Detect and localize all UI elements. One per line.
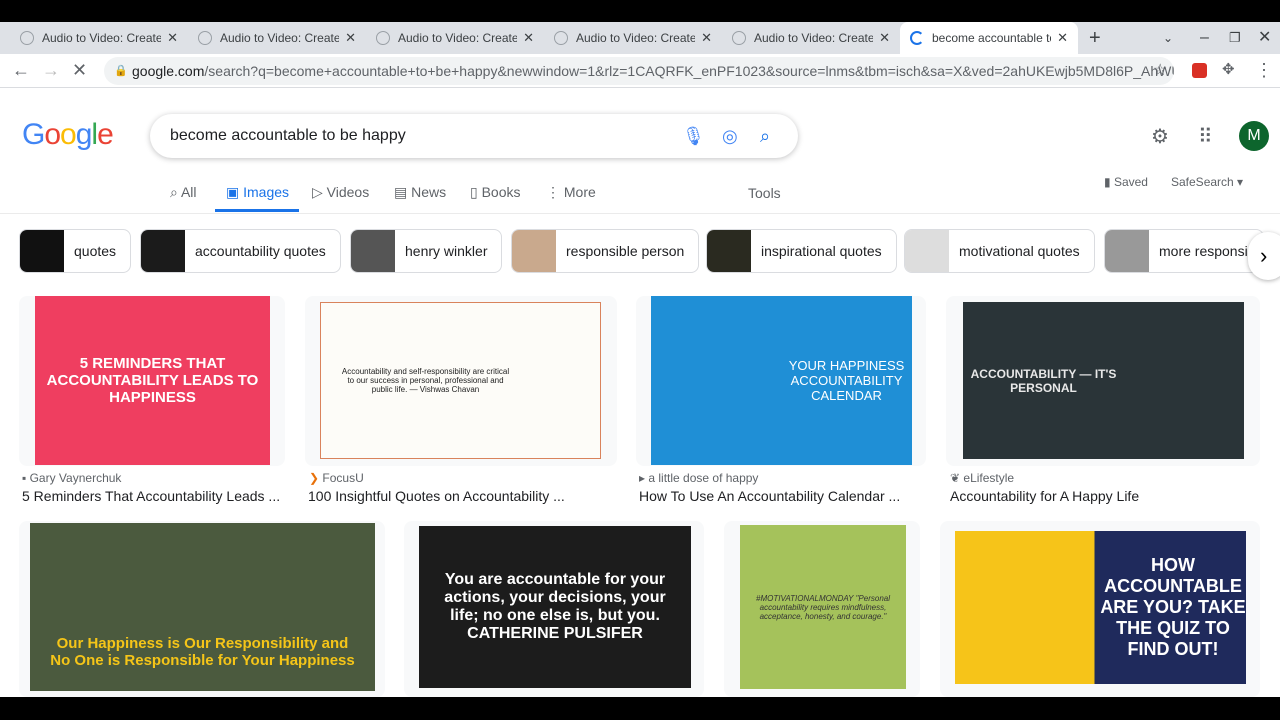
chip-more-responsible[interactable]: more responsi xyxy=(1104,229,1264,273)
address-toolbar: ← → ✕ 🔒 google.com/search?q=become+accoun… xyxy=(0,54,1280,88)
chip-thumbnail xyxy=(141,230,185,272)
result-image[interactable]: HOW ACCOUNTABLE ARE YOU? TAKE THE QUIZ T… xyxy=(955,531,1246,684)
browser-tab-active[interactable]: become accountable to ✕ xyxy=(900,22,1078,54)
stop-loading-icon[interactable]: ✕ xyxy=(72,60,87,81)
result-source[interactable]: ▸ a little dose of happy xyxy=(639,471,758,485)
close-tab-icon[interactable]: ✕ xyxy=(345,30,356,46)
tab-images[interactable]: ▣ Images xyxy=(226,184,289,201)
result-source[interactable]: ▪ Gary Vaynerchuk xyxy=(22,471,121,485)
result-image[interactable]: #MOTIVATIONALMONDAY "Personal accountabi… xyxy=(740,525,906,689)
tab-strip: Audio to Video: Create ✕ Audio to Video: … xyxy=(0,22,1280,54)
active-tab-indicator xyxy=(215,209,299,212)
result-image[interactable]: YOUR HAPPINESS ACCOUNTABILITY CALENDAR xyxy=(651,296,912,465)
extensions-puzzle-icon[interactable]: ✥ xyxy=(1222,60,1235,78)
chips-next-arrow-icon[interactable]: › xyxy=(1248,232,1280,280)
tab-favicon-icon xyxy=(20,31,34,45)
chip-inspirational-quotes[interactable]: inspirational quotes xyxy=(706,229,897,273)
search-input[interactable]: become accountable to be happy 🎙 ◎ ⌕ xyxy=(150,114,798,158)
tab-favicon-icon xyxy=(554,31,568,45)
safesearch-dropdown[interactable]: SafeSearch ▾ xyxy=(1171,175,1243,189)
result-source[interactable]: ❦ eLifestyle xyxy=(950,471,1014,485)
settings-gear-icon[interactable]: ⚙ xyxy=(1151,124,1169,149)
result-title[interactable]: How To Use An Accountability Calendar ..… xyxy=(639,488,900,504)
browser-tab[interactable]: Audio to Video: Create ✕ xyxy=(10,22,188,54)
tab-search-icon[interactable]: ⌄ xyxy=(1163,22,1173,54)
back-icon[interactable]: ← xyxy=(12,60,30,81)
browser-tab[interactable]: Audio to Video: Create ✕ xyxy=(722,22,900,54)
tab-more[interactable]: ⋮ More xyxy=(546,184,596,201)
result-title[interactable]: 100 Insightful Quotes on Accountability … xyxy=(308,488,565,504)
microphone-icon[interactable]: 🎙 xyxy=(682,114,705,158)
chip-thumbnail xyxy=(707,230,751,272)
result-image[interactable]: ACCOUNTABILITY — IT'S PERSONAL xyxy=(963,302,1244,459)
chip-motivational-quotes[interactable]: motivational quotes xyxy=(904,229,1095,273)
lens-icon[interactable]: ◎ xyxy=(722,114,738,158)
browser-tab[interactable]: Audio to Video: Create ✕ xyxy=(544,22,722,54)
extension-icon[interactable] xyxy=(1192,63,1207,78)
browser-tab[interactable]: Audio to Video: Create ✕ xyxy=(366,22,544,54)
chip-henry-winkler[interactable]: henry winkler xyxy=(350,229,503,273)
close-tab-icon[interactable]: ✕ xyxy=(701,30,712,46)
chip-accountability-quotes[interactable]: accountability quotes xyxy=(140,229,341,273)
result-image[interactable]: Accountability and self-responsibility a… xyxy=(320,302,601,459)
chip-thumbnail xyxy=(1105,230,1149,272)
result-image[interactable]: Our Happiness is Our Responsibility and … xyxy=(30,523,375,691)
restore-button[interactable]: ❐ xyxy=(1229,22,1241,54)
lock-icon: 🔒 xyxy=(114,65,128,77)
saved-button[interactable]: ▮ Saved xyxy=(1104,175,1148,189)
result-title[interactable]: Accountability for A Happy Life xyxy=(950,488,1139,504)
tab-videos[interactable]: ▷ Videos xyxy=(312,184,369,201)
close-tab-icon[interactable]: ✕ xyxy=(1057,30,1068,46)
browser-tab[interactable]: Audio to Video: Create ✕ xyxy=(188,22,366,54)
chip-thumbnail xyxy=(351,230,395,272)
tab-favicon-icon xyxy=(198,31,212,45)
close-tab-icon[interactable]: ✕ xyxy=(167,30,178,46)
result-image[interactable]: You are accountable for your actions, yo… xyxy=(419,526,691,688)
chip-thumbnail xyxy=(905,230,949,272)
bookmark-star-icon[interactable]: ☆ xyxy=(1153,60,1167,80)
chip-quotes[interactable]: quotes xyxy=(19,229,132,273)
tab-books[interactable]: ▯ Books xyxy=(470,184,521,201)
browser-menu-icon[interactable]: ⋮ xyxy=(1255,60,1273,81)
bottom-black-bar xyxy=(0,697,1280,720)
divider xyxy=(0,213,1280,214)
google-logo[interactable]: Google xyxy=(22,118,114,152)
apps-grid-icon[interactable]: ⠿ xyxy=(1198,124,1213,149)
chip-thumbnail xyxy=(20,230,64,272)
top-black-bar xyxy=(0,0,1280,22)
loading-spinner-icon xyxy=(910,31,924,45)
chip-thumbnail xyxy=(512,230,556,272)
forward-icon[interactable]: → xyxy=(42,60,60,81)
chip-responsible-person[interactable]: responsible person xyxy=(511,229,700,273)
url-bar[interactable]: 🔒 google.com/search?q=become+accountable+… xyxy=(104,57,1174,85)
tab-favicon-icon xyxy=(376,31,390,45)
tab-all[interactable]: ⌕ All xyxy=(170,184,197,201)
avatar[interactable]: M xyxy=(1239,121,1269,151)
tools-button[interactable]: Tools xyxy=(748,185,781,201)
new-tab-button[interactable]: + xyxy=(1089,22,1101,54)
result-source[interactable]: ❯ FocusU xyxy=(309,471,364,485)
result-title[interactable]: 5 Reminders That Accountability Leads ..… xyxy=(22,488,280,504)
tab-favicon-icon xyxy=(732,31,746,45)
tab-news[interactable]: ▤ News xyxy=(394,184,446,201)
close-tab-icon[interactable]: ✕ xyxy=(523,30,534,46)
window-close-button[interactable]: ✕ xyxy=(1258,22,1271,54)
close-tab-icon[interactable]: ✕ xyxy=(879,30,890,46)
result-image[interactable]: 5 REMINDERS THAT ACCOUNTABILITY LEADS TO… xyxy=(35,296,270,465)
minimize-button[interactable]: – xyxy=(1200,22,1209,54)
search-icon[interactable]: ⌕ xyxy=(760,114,770,158)
